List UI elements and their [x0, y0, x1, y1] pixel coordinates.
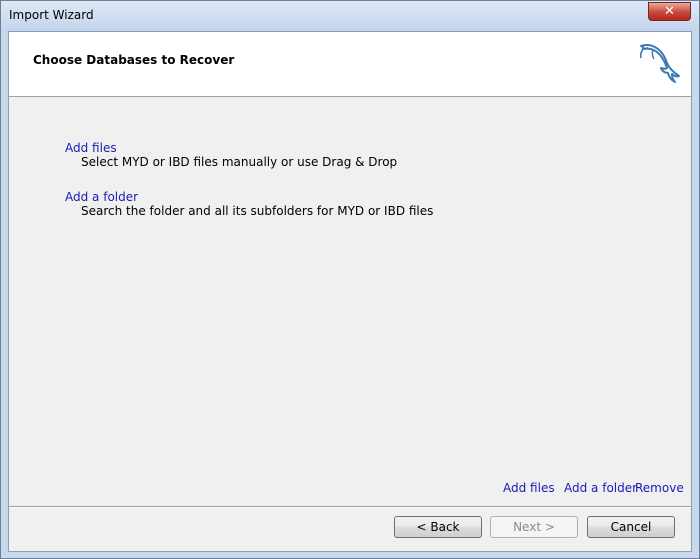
dolphin-logo-icon — [639, 44, 680, 83]
bottom-add-files-link[interactable]: Add files — [503, 481, 555, 495]
wizard-client-area: Choose Databases to Recover Add files Se… — [8, 31, 692, 552]
window-title: Import Wizard — [9, 8, 94, 22]
close-icon: ✕ — [664, 4, 675, 19]
wizard-header: Choose Databases to Recover — [9, 32, 691, 97]
footer-separator — [9, 506, 691, 508]
add-folder-description: Search the folder and all its subfolders… — [81, 204, 434, 218]
add-files-link[interactable]: Add files — [65, 141, 117, 155]
close-button[interactable]: ✕ — [648, 2, 691, 21]
remove-link[interactable]: Remove — [635, 481, 684, 495]
next-button[interactable]: Next > — [490, 516, 578, 538]
back-button[interactable]: < Back — [394, 516, 482, 538]
add-folder-link[interactable]: Add a folder — [65, 190, 138, 204]
cancel-button[interactable]: Cancel — [587, 516, 675, 538]
bottom-add-folder-link[interactable]: Add a folder — [564, 481, 637, 495]
add-files-description: Select MYD or IBD files manually or use … — [81, 155, 398, 169]
page-title: Choose Databases to Recover — [33, 53, 235, 67]
title-bar: Import Wizard ✕ — [1, 1, 699, 31]
import-wizard-window: Import Wizard ✕ Choose Databases to Reco… — [0, 0, 700, 559]
